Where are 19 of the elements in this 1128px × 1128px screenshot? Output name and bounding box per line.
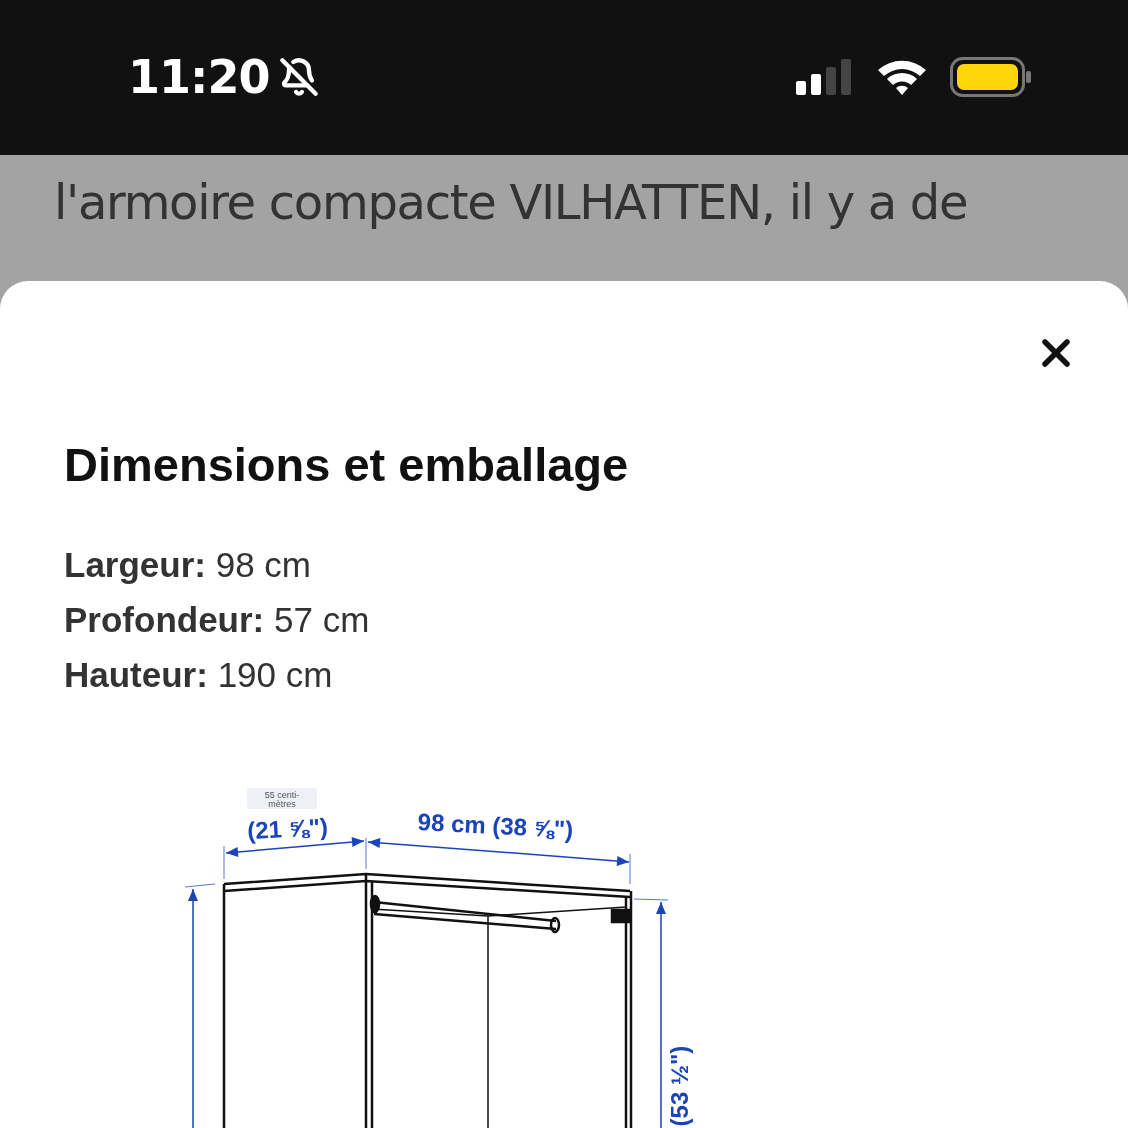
spec-line: Hauteur: 190 cm: [64, 654, 334, 696]
page-text: l'armoire compacte VILHATTEN, il y a de: [53, 173, 969, 232]
dimension-arrow: [225, 846, 296, 857]
extension-line: [223, 845, 225, 880]
extension-line: [629, 853, 631, 885]
bell-off-icon: [279, 56, 320, 97]
extension-line: [633, 898, 669, 901]
status-time: 11:20: [128, 49, 270, 104]
battery-icon: [950, 56, 1032, 97]
spec-line: Largeur: 98 cm: [64, 544, 312, 586]
spec-line: Profondeur: 57 cm: [64, 599, 371, 641]
extension-line: [365, 837, 367, 870]
extension-line: [184, 883, 216, 888]
unit-tag: 55 centi- mètres: [247, 788, 317, 809]
dimension-label: (53 ½"): [666, 1045, 693, 1127]
sheet-title: Dimensions et emballage: [64, 437, 630, 493]
dimension-label: (21 ⅝"): [246, 812, 329, 845]
signal-icon: [796, 58, 854, 95]
dimension-label: 98 cm (38 ⅝"): [417, 807, 574, 844]
